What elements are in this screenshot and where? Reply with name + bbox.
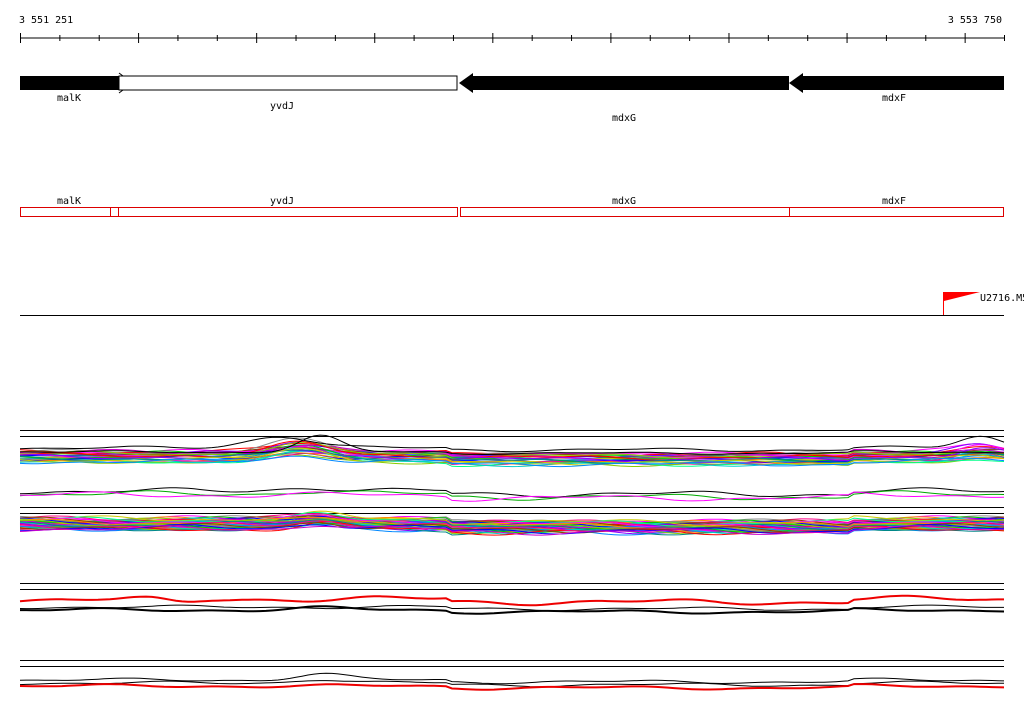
profile-line (19, 594, 1004, 607)
profile-line (19, 604, 1004, 612)
coordinate-ruler: 3 551 251 3 553 750 (19, 15, 1005, 43)
genome-browser-canvas: 3 551 251 3 553 750 malK yvdJ mdxG mdxF … (19, 15, 1024, 691)
gene-label-malK: malK (57, 93, 81, 104)
feature-box-intergenic[interactable] (110, 207, 119, 217)
feature-label-mdxG: mdxG (612, 196, 636, 207)
gene-arrow-yvdJ[interactable] (118, 75, 458, 91)
gene-mdxG[interactable]: mdxG (459, 73, 789, 124)
gene-malK[interactable]: malK (20, 76, 119, 104)
expression-profiles (19, 430, 1005, 691)
marker-track: U2716.M5 (20, 292, 1024, 316)
feature-box-yvdJ[interactable] (118, 207, 458, 217)
ruler-start-label: 3 551 251 (19, 15, 73, 26)
feature-box-mdxF[interactable] (789, 207, 1004, 217)
gene-track: malK yvdJ mdxG mdxF (20, 72, 1004, 124)
profile-line (19, 683, 1005, 691)
gene-label-mdxG: mdxG (612, 113, 636, 124)
feature-box-mdxG[interactable] (460, 207, 790, 217)
feature-label-mdxF: mdxF (882, 196, 906, 207)
ruler-end-label: 3 553 750 (948, 15, 1002, 26)
marker-label: U2716.M5 (980, 293, 1024, 304)
gene-arrow-malK[interactable] (20, 76, 119, 90)
gene-arrow-mdxG[interactable] (459, 73, 789, 93)
feature-label-malK: malK (57, 196, 81, 207)
gene-yvdJ[interactable]: yvdJ (118, 72, 458, 112)
profile-line (19, 672, 1005, 685)
feature-track: malK yvdJ mdxG mdxF (20, 196, 1004, 217)
marker-flag-icon[interactable] (944, 292, 980, 301)
feature-label-yvdJ: yvdJ (270, 196, 294, 207)
gene-label-yvdJ: yvdJ (270, 101, 294, 112)
feature-box-malK[interactable] (20, 207, 111, 217)
gene-mdxF[interactable]: mdxF (789, 73, 1004, 104)
gene-arrow-mdxF[interactable] (789, 73, 1004, 93)
gene-label-mdxF: mdxF (882, 93, 906, 104)
